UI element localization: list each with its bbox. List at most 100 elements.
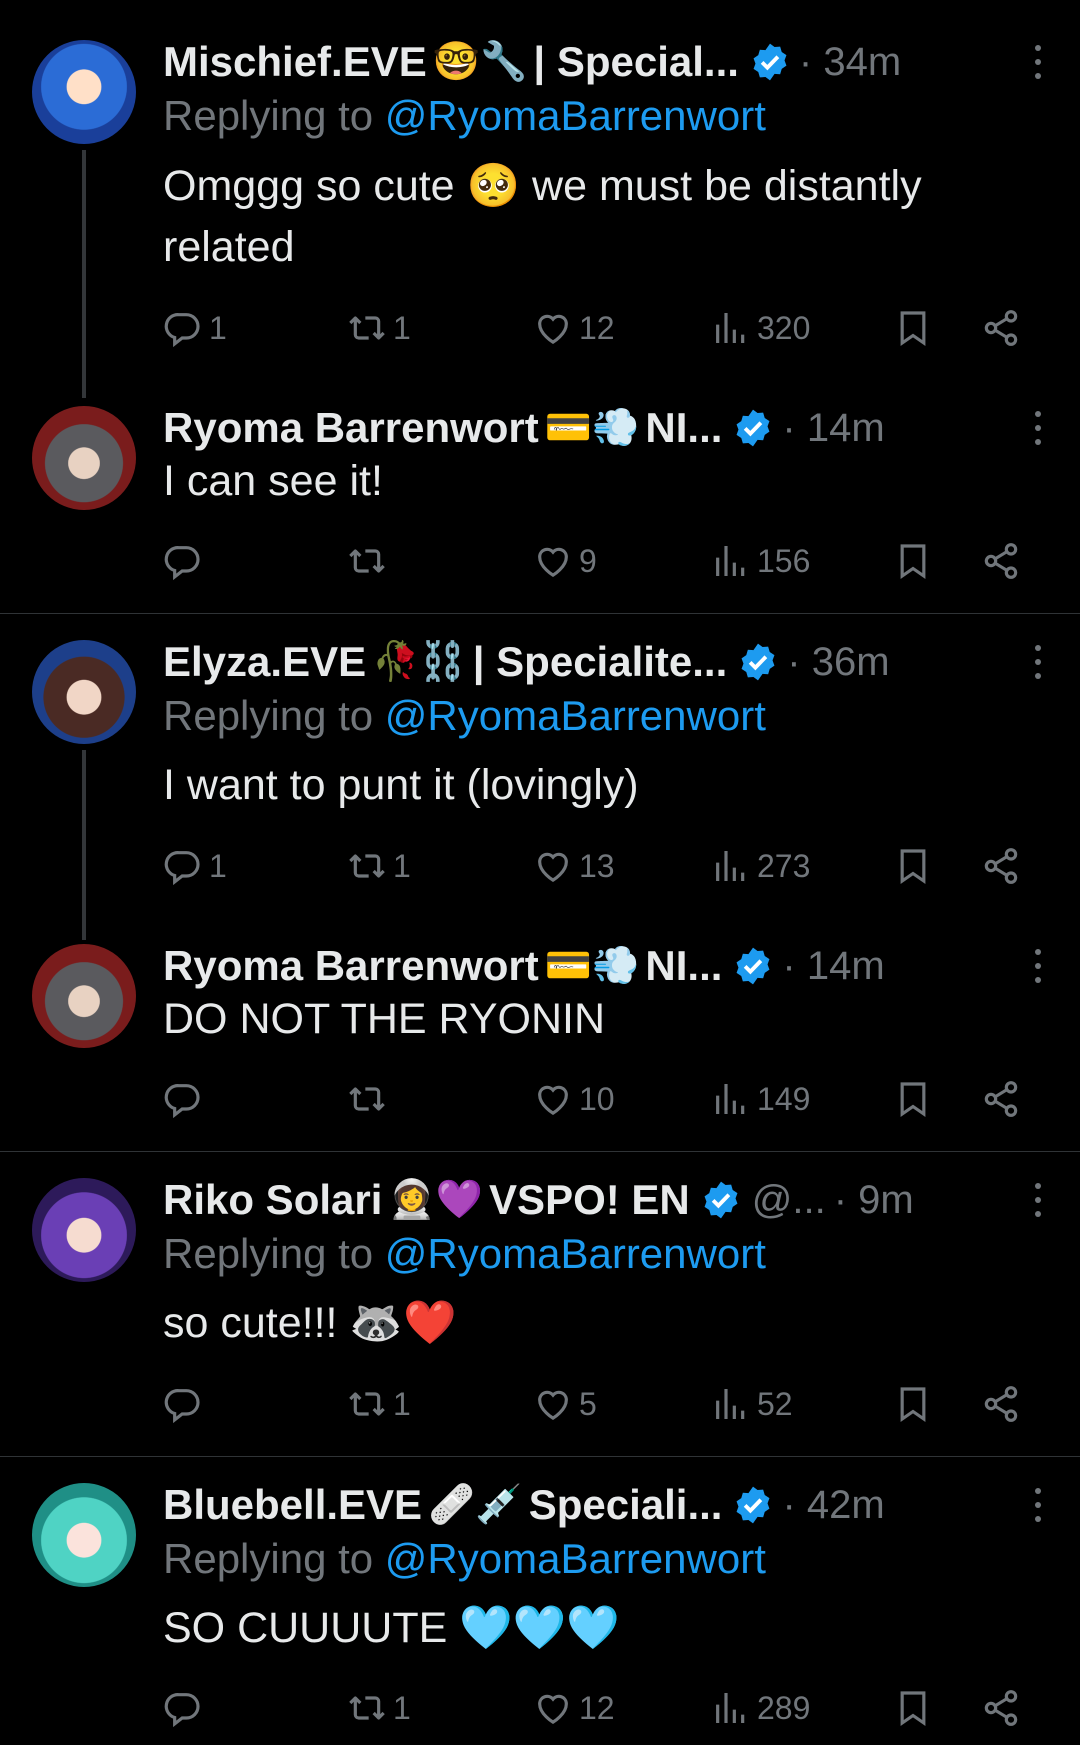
tweet-text: DO NOT THE RYONIN <box>163 995 606 1043</box>
avatar[interactable] <box>32 40 136 144</box>
mention-link[interactable]: @RyomaBarrenwort <box>385 1230 766 1277</box>
avatar[interactable] <box>32 1483 136 1587</box>
reply-button[interactable]: 1 <box>163 838 227 894</box>
timestamp[interactable]: · 9m <box>834 1178 914 1223</box>
tweet-text: I want to punt it (lovingly) <box>163 761 639 809</box>
display-name-suffix[interactable]: NI... <box>645 404 722 452</box>
share-button[interactable] <box>981 1071 1021 1127</box>
more-options-icon[interactable] <box>1032 1485 1044 1525</box>
bookmark-button[interactable] <box>893 1376 933 1432</box>
avatar[interactable] <box>32 640 136 744</box>
bookmark-icon <box>893 1079 933 1119</box>
avatar[interactable] <box>32 406 136 510</box>
view-count: 289 <box>757 1689 811 1726</box>
bookmark-button[interactable] <box>893 300 933 356</box>
retweet-button[interactable]: 1 <box>347 1376 411 1432</box>
more-options-icon[interactable] <box>1032 1180 1044 1220</box>
more-options-icon[interactable] <box>1032 408 1044 448</box>
share-button[interactable] <box>981 838 1021 894</box>
reply-button[interactable] <box>163 1071 209 1127</box>
bookmark-button[interactable] <box>893 1680 933 1736</box>
like-button[interactable]: 10 <box>533 1071 615 1127</box>
like-button[interactable]: 5 <box>533 1376 597 1432</box>
like-button[interactable]: 12 <box>533 300 615 356</box>
reply-button[interactable] <box>163 1376 209 1432</box>
name-emoji: 💳💨 <box>544 945 640 987</box>
display-name[interactable]: Ryoma Barrenwort <box>163 942 539 990</box>
bookmark-button[interactable] <box>893 533 933 589</box>
retweet-button[interactable]: 1 <box>347 300 411 356</box>
share-icon <box>981 541 1021 581</box>
display-name[interactable]: Bluebell.EVE <box>163 1481 422 1529</box>
display-name-suffix[interactable]: NI... <box>645 942 722 990</box>
like-button[interactable]: 9 <box>533 533 597 589</box>
avatar[interactable] <box>32 944 136 1048</box>
verified-icon <box>737 641 779 683</box>
views-button[interactable]: 149 <box>711 1071 810 1127</box>
display-name-suffix[interactable]: VSPO! EN <box>489 1176 690 1224</box>
view-count: 320 <box>757 309 811 346</box>
retweet-button[interactable]: 1 <box>347 1680 411 1736</box>
avatar[interactable] <box>32 1178 136 1282</box>
reply-icon <box>163 1079 203 1119</box>
more-options-icon[interactable] <box>1032 946 1044 986</box>
mention-link[interactable]: @RyomaBarrenwort <box>385 92 766 139</box>
retweet-button[interactable] <box>347 1071 393 1127</box>
heart-icon <box>533 308 573 348</box>
display-name[interactable]: Elyza.EVE <box>163 638 366 686</box>
views-button[interactable]: 320 <box>711 300 810 356</box>
reply-button[interactable] <box>163 1680 209 1736</box>
timestamp[interactable]: · 14m <box>782 944 884 989</box>
share-button[interactable] <box>981 1376 1021 1432</box>
share-icon <box>981 1079 1021 1119</box>
timestamp[interactable]: · 34m <box>799 40 901 85</box>
display-name-suffix[interactable]: | Special... <box>533 38 739 86</box>
bookmark-button[interactable] <box>893 838 933 894</box>
display-name-suffix[interactable]: Speciali... <box>529 1481 723 1529</box>
share-button[interactable] <box>981 533 1021 589</box>
timestamp[interactable]: · 14m <box>782 406 884 451</box>
like-button[interactable]: 13 <box>533 838 615 894</box>
bookmark-icon <box>893 1384 933 1424</box>
share-button[interactable] <box>981 300 1021 356</box>
more-options-icon[interactable] <box>1032 642 1044 682</box>
display-name[interactable]: Riko Solari <box>163 1176 382 1224</box>
timestamp[interactable]: · 42m <box>782 1483 884 1528</box>
views-button[interactable]: 156 <box>711 533 810 589</box>
bookmark-icon <box>893 1688 933 1728</box>
bookmark-button[interactable] <box>893 1071 933 1127</box>
timestamp[interactable]: · 36m <box>787 640 889 685</box>
reply-button[interactable] <box>163 533 209 589</box>
share-button[interactable] <box>981 1680 1021 1736</box>
retweet-button[interactable] <box>347 533 393 589</box>
retweet-icon <box>347 308 387 348</box>
mention-link[interactable]: @RyomaBarrenwort <box>385 692 766 739</box>
replying-to: Replying to @RyomaBarrenwort <box>163 692 766 739</box>
views-button[interactable]: 289 <box>711 1680 810 1736</box>
more-options-icon[interactable] <box>1032 42 1044 82</box>
retweet-count: 1 <box>393 847 411 884</box>
mention-link[interactable]: @RyomaBarrenwort <box>385 1535 766 1582</box>
view-count: 273 <box>757 847 811 884</box>
retweet-count: 1 <box>393 309 411 346</box>
display-name[interactable]: Ryoma Barrenwort <box>163 404 539 452</box>
retweet-button[interactable]: 1 <box>347 838 411 894</box>
reply-icon <box>163 1688 203 1728</box>
views-button[interactable]: 52 <box>711 1376 793 1432</box>
handle[interactable]: @... <box>752 1178 826 1223</box>
display-name[interactable]: Mischief.EVE <box>163 38 427 86</box>
views-icon <box>711 846 751 886</box>
reply-button[interactable]: 1 <box>163 300 227 356</box>
like-count: 5 <box>579 1385 597 1422</box>
divider <box>0 1151 1080 1152</box>
views-button[interactable]: 273 <box>711 838 810 894</box>
views-icon <box>711 1079 751 1119</box>
display-name-suffix[interactable]: | Specialite... <box>473 638 728 686</box>
tweet-text: Omggg so cute 🥺 we must be distantly rel… <box>163 162 922 271</box>
retweet-icon <box>347 1688 387 1728</box>
view-count: 52 <box>757 1385 793 1422</box>
view-count: 156 <box>757 542 811 579</box>
like-button[interactable]: 12 <box>533 1680 615 1736</box>
retweet-count: 1 <box>393 1385 411 1422</box>
retweet-icon <box>347 1384 387 1424</box>
